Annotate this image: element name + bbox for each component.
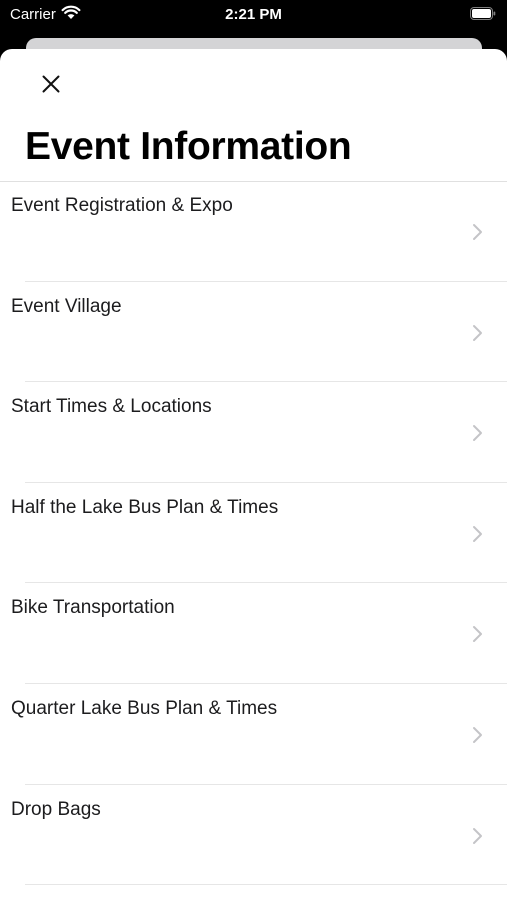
list-item-label: Event Village: [11, 295, 122, 317]
list-item-event-registration-expo[interactable]: Event Registration & Expo: [0, 181, 507, 282]
chevron-right-icon: [471, 726, 483, 744]
event-info-list: Event Registration & Expo Event Village …: [0, 181, 507, 886]
chevron-right-icon: [471, 424, 483, 442]
chevron-right-icon: [471, 827, 483, 845]
list-item-drop-bags[interactable]: Drop Bags: [0, 785, 507, 886]
list-item-label: Drop Bags: [11, 798, 101, 820]
battery-icon: [470, 7, 496, 20]
close-icon: [42, 75, 60, 98]
list-item-start-times-locations[interactable]: Start Times & Locations: [0, 382, 507, 483]
list-item-quarter-lake-bus[interactable]: Quarter Lake Bus Plan & Times: [0, 684, 507, 785]
list-item-event-village[interactable]: Event Village: [0, 282, 507, 383]
chevron-right-icon: [471, 324, 483, 342]
row-separator: [25, 884, 507, 886]
close-button[interactable]: [34, 71, 68, 101]
chevron-right-icon: [471, 625, 483, 643]
list-item-label: Bike Transportation: [11, 597, 175, 619]
list-item-label: Event Registration & Expo: [11, 195, 233, 216]
list-item-bike-transportation[interactable]: Bike Transportation: [0, 583, 507, 684]
status-time: 2:21 PM: [225, 6, 282, 23]
list-item-half-lake-bus[interactable]: Half the Lake Bus Plan & Times: [0, 483, 507, 584]
list-item-label: Start Times & Locations: [11, 396, 212, 418]
list-item-label: Quarter Lake Bus Plan & Times: [11, 697, 278, 719]
status-bar: Carrier 2:21 PM: [0, 0, 507, 30]
list-item-label: Half the Lake Bus Plan & Times: [11, 496, 279, 518]
chevron-right-icon: [471, 223, 483, 241]
modal-sheet: Event Information Event Registration & E…: [0, 49, 507, 900]
page-title: Event Information: [25, 125, 352, 168]
chevron-right-icon: [471, 525, 483, 543]
